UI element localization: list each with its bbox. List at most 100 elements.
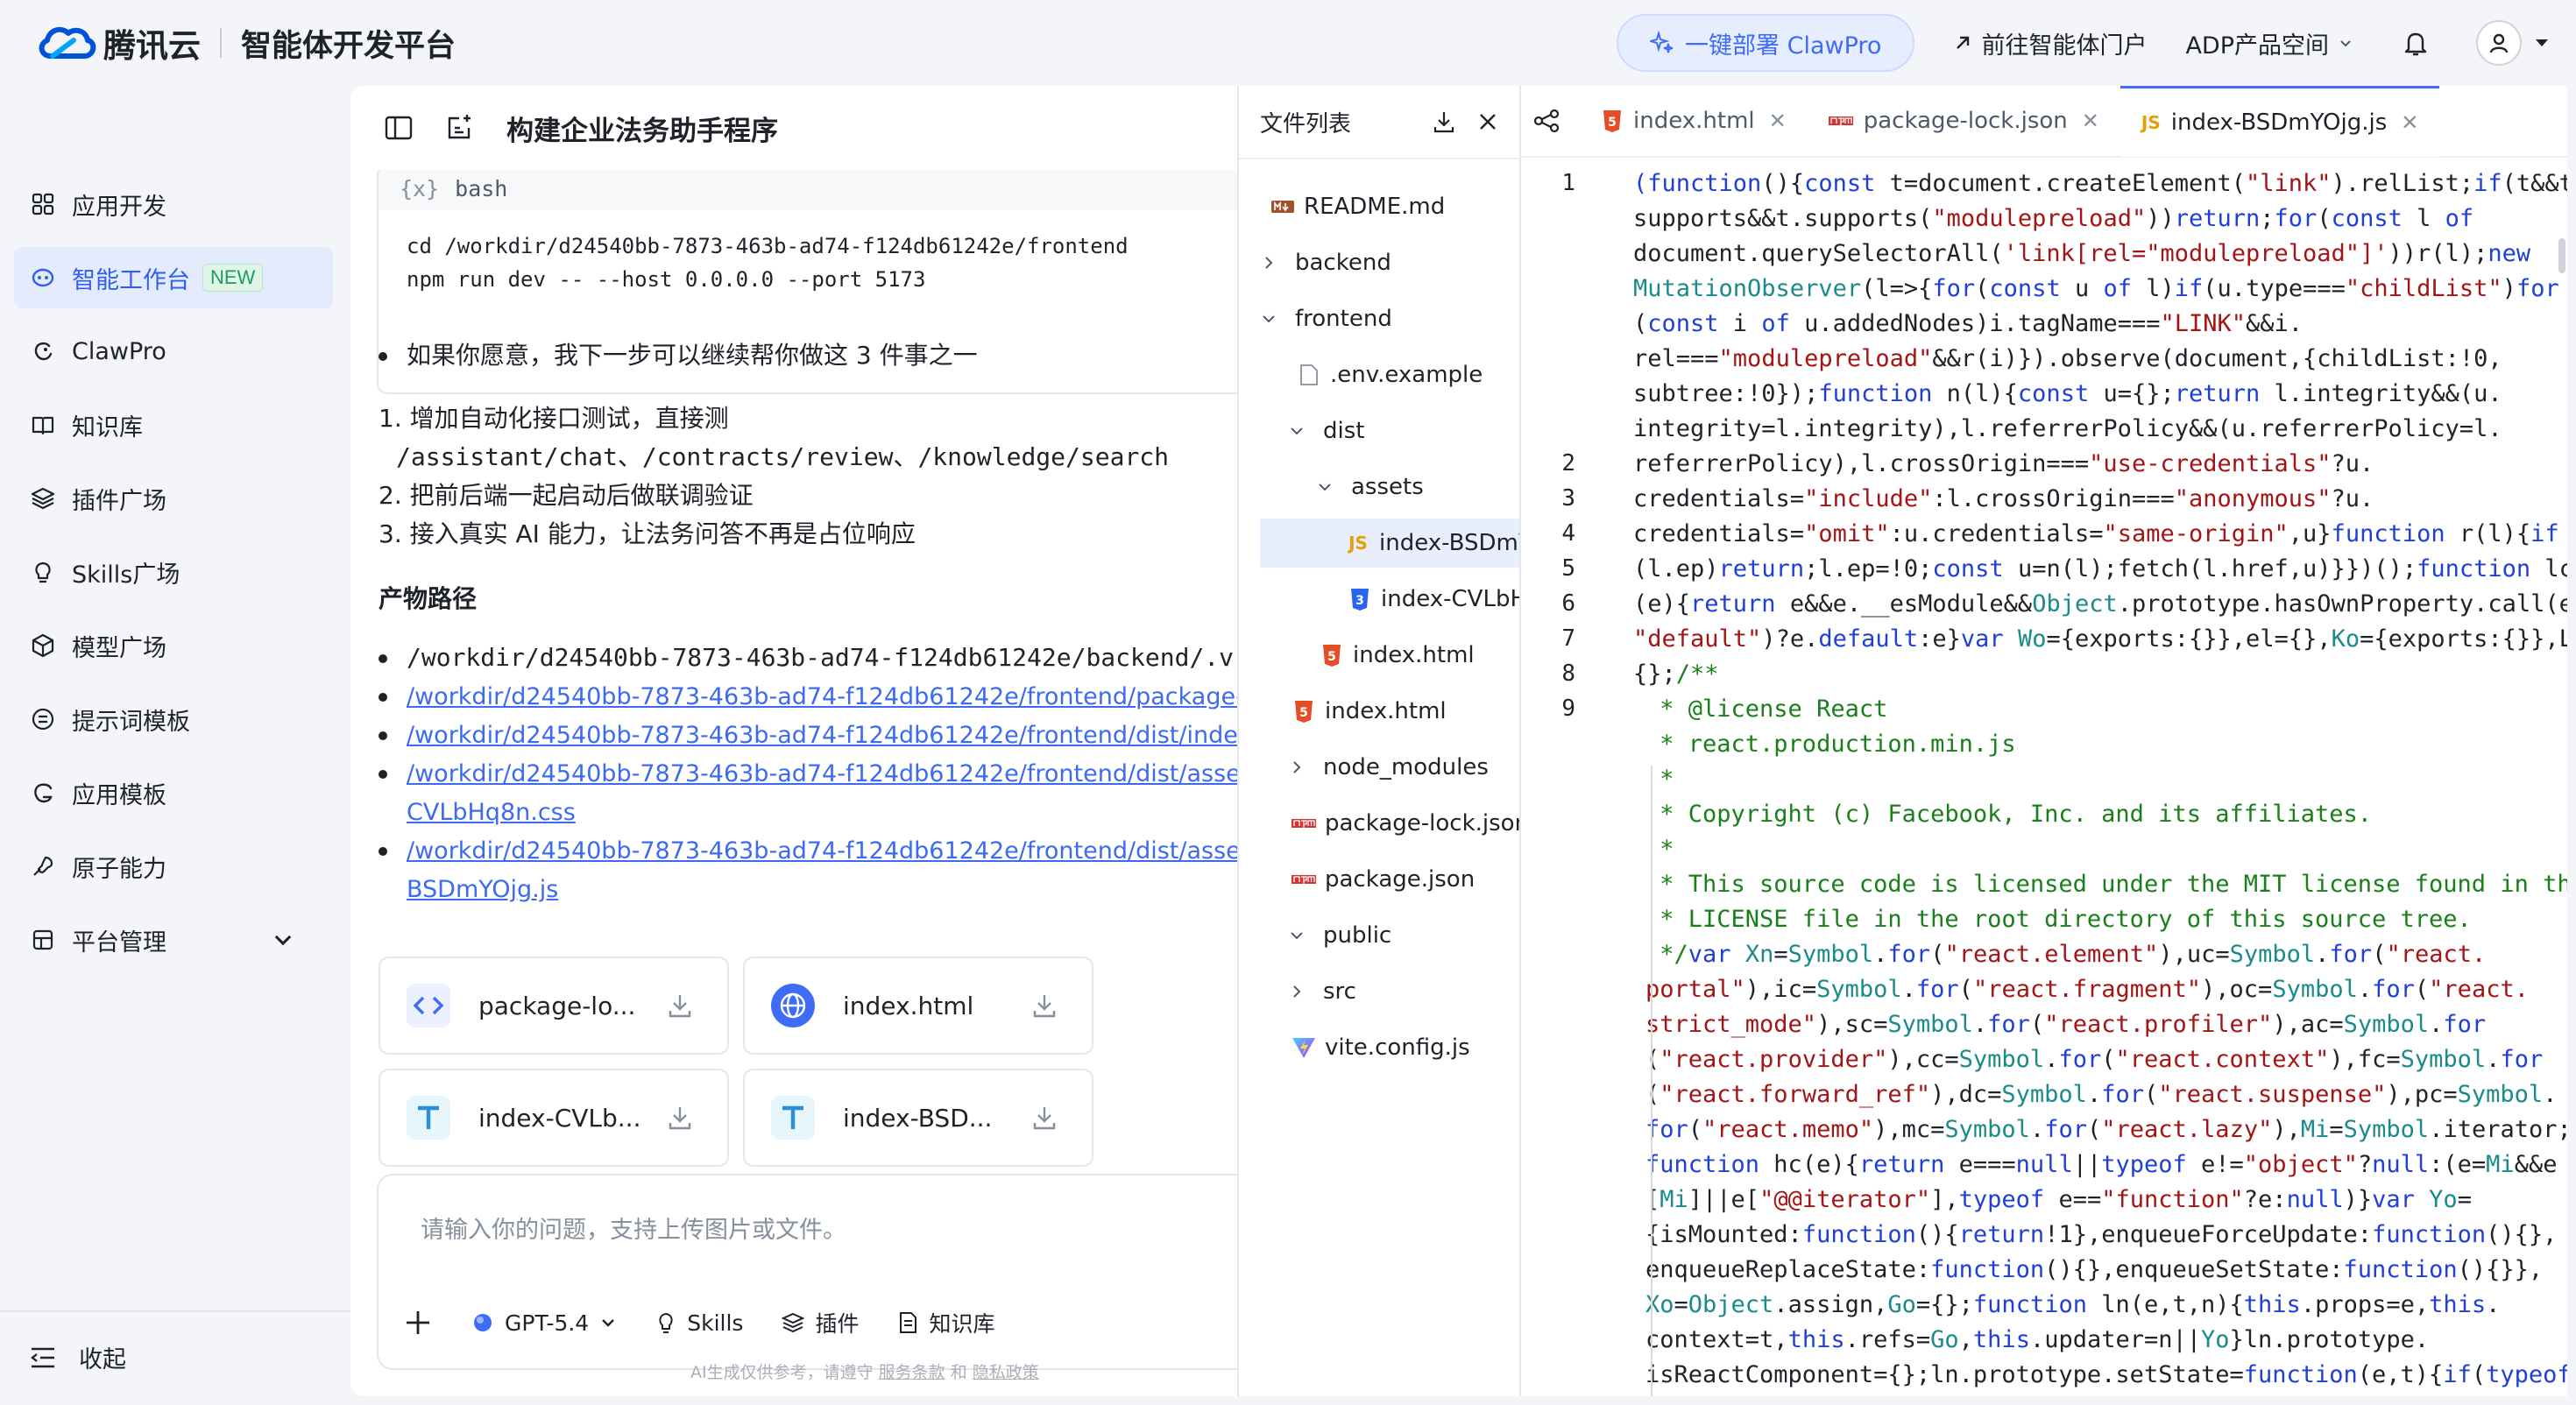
bell-icon[interactable] xyxy=(2403,29,2429,57)
tree-item-package-lock[interactable]: package-lock.json xyxy=(1290,799,1519,848)
sidebar-item-knowledge[interactable]: 知识库 xyxy=(14,394,333,455)
close-tab-icon[interactable]: ✕ xyxy=(2401,110,2418,135)
code-line: function hc(e){return e===null||typeof e… xyxy=(1645,1151,2558,1178)
path-link[interactable]: /workdir/d24540bb-7873-463b-ad74-f124db6… xyxy=(407,837,1237,865)
knowledge-tool-button[interactable]: 知识库 xyxy=(897,1307,994,1338)
new-chat-icon[interactable] xyxy=(445,114,475,142)
deploy-clawpro-button[interactable]: 一键部署 ClawPro xyxy=(1617,14,1915,72)
prompt-icon xyxy=(32,708,54,731)
close-icon[interactable] xyxy=(1477,111,1498,132)
npm-icon xyxy=(1828,116,1853,125)
tree-item-readme[interactable]: README.md xyxy=(1269,182,1445,231)
graph-icon[interactable] xyxy=(1533,109,1560,133)
plus-icon[interactable] xyxy=(403,1308,433,1338)
tree-item-index-css[interactable]: 3 index-CVLbHq8n.css xyxy=(1346,575,1519,624)
js-file-icon: JS xyxy=(2141,112,2161,133)
brand-name: 腾讯云 xyxy=(103,27,201,65)
sidebar-item-label: ClawPro xyxy=(72,337,166,365)
tab-index-html[interactable]: 5 index.html ✕ xyxy=(1581,86,1808,157)
tree-item-index-js[interactable]: JS index-BSDmYOjg.js xyxy=(1260,519,1519,568)
download-icon[interactable] xyxy=(1432,109,1456,134)
path-link[interactable]: /workdir/d24540bb-7873-463b-ad74-f124db6… xyxy=(407,722,1237,749)
line-number: 5 xyxy=(1561,555,1575,582)
sidebar-item-prompts[interactable]: 提示词模板 xyxy=(14,688,333,750)
sidebar-item-platform-admin[interactable]: 平台管理 xyxy=(14,909,333,971)
code-line: {isMounted:function(){return!1},enqueueF… xyxy=(1645,1221,2558,1248)
code-icon xyxy=(407,984,450,1027)
code-line: rel==="modulepreload"&&r(i)}).observe(do… xyxy=(1633,345,2502,372)
sidebar-item-skills[interactable]: Skills广场 xyxy=(14,541,333,603)
chat-input-box[interactable]: 请输入你的问题，支持上传图片或文件。 GPT-5.4 Skills 插件 知识库 xyxy=(377,1174,1237,1370)
scrollbar-thumb[interactable] xyxy=(2558,238,2565,273)
file-card[interactable]: index.html xyxy=(743,957,1093,1055)
tree-item-assets[interactable]: assets xyxy=(1316,462,1424,512)
download-icon[interactable] xyxy=(666,1104,694,1132)
sidebar-item-clawpro[interactable]: ClawPro xyxy=(14,321,333,382)
sidebar: 应用开发 智能工作台 NEW ClawPro 知识库 插件广场 Skills广场… xyxy=(0,86,350,1405)
sidebar-item-atomic[interactable]: 原子能力 xyxy=(14,836,333,897)
tree-item-dist[interactable]: dist xyxy=(1288,406,1364,455)
tree-item-backend[interactable]: backend xyxy=(1260,238,1391,287)
close-tab-icon[interactable]: ✕ xyxy=(1769,109,1787,133)
tree-item-src[interactable]: src xyxy=(1288,967,1356,1016)
code-line: * @license React xyxy=(1645,695,1888,723)
download-icon[interactable] xyxy=(1030,1104,1058,1132)
tab-index-js[interactable]: JS index-BSDmYOjg.js ✕ xyxy=(2120,86,2440,157)
settings-icon xyxy=(32,929,53,950)
indent-guide xyxy=(1651,766,1652,1396)
path-link[interactable]: BSDmYOjg.js xyxy=(407,876,558,903)
tree-item-vite-config[interactable]: vite.config.js xyxy=(1290,1023,1470,1072)
code-line: (function(){const t=document.createEleme… xyxy=(1633,170,2567,197)
input-toolbar: GPT-5.4 Skills 插件 知识库 xyxy=(403,1307,994,1338)
plugins-tool-button[interactable]: 插件 xyxy=(782,1307,859,1338)
file-card[interactable]: index-CVLb... xyxy=(379,1069,729,1167)
code-content[interactable]: cd /workdir/d24540bb-7873-463b-ad74-f124… xyxy=(379,210,1237,315)
tree-item-index-html[interactable]: 5 index.html xyxy=(1290,687,1447,736)
brand-logo[interactable]: 腾讯云 xyxy=(35,19,201,67)
tree-item-frontend[interactable]: frontend xyxy=(1260,294,1392,343)
skills-tool-button[interactable]: Skills xyxy=(655,1310,743,1336)
html-file-icon: 5 xyxy=(1603,110,1621,132)
download-icon[interactable] xyxy=(1030,992,1058,1020)
sidebar-item-plugins[interactable]: 插件广场 xyxy=(14,468,333,529)
product-space-dropdown[interactable]: ADP产品空间 xyxy=(2185,26,2353,60)
sidebar-item-label: 应用模板 xyxy=(72,781,166,809)
tree-item-public[interactable]: public xyxy=(1288,911,1391,960)
code-line: MutationObserver(l=>{for(const u of l)if… xyxy=(1633,275,2559,302)
terms-link[interactable]: 服务条款 xyxy=(879,1363,945,1382)
svg-text:5: 5 xyxy=(1327,650,1336,664)
code-line: strict_mode"),sc=Symbol.for("react.profi… xyxy=(1645,1011,2487,1038)
privacy-link[interactable]: 隐私政策 xyxy=(973,1363,1039,1382)
path-item-cont: CVLbHq8n.css xyxy=(407,797,576,826)
sidebar-item-workbench[interactable]: 智能工作台 NEW xyxy=(14,247,333,308)
tree-item-label: index.html xyxy=(1325,698,1447,724)
js-file-icon: JS xyxy=(1348,533,1368,554)
path-link[interactable]: CVLbHq8n.css xyxy=(407,799,576,826)
path-link[interactable]: /workdir/d24540bb-7873-463b-ad74-f124db6… xyxy=(407,760,1237,787)
download-icon[interactable] xyxy=(666,992,694,1020)
file-card[interactable]: package-lo... xyxy=(379,957,729,1055)
close-tab-icon[interactable]: ✕ xyxy=(2082,109,2099,133)
line-number: 8 xyxy=(1561,660,1575,687)
path-text: /workdir/d24540bb-7873-463b-ad74-f124db6… xyxy=(407,643,1235,672)
tree-item-package-json[interactable]: package.json xyxy=(1290,855,1475,904)
tree-item-env-example[interactable]: .env.example xyxy=(1295,350,1483,399)
tab-package-lock[interactable]: package-lock.json ✕ xyxy=(1808,86,2120,157)
code-content-area[interactable]: 1 2 3 4 5 6 7 8 9 (function(){const t=do… xyxy=(1521,158,2567,1396)
path-link[interactable]: /workdir/d24540bb-7873-463b-ad74-f124db6… xyxy=(407,683,1237,710)
tree-item-dist-index-html[interactable]: 5 index.html xyxy=(1318,631,1475,680)
tree-item-node-modules[interactable]: node_modules xyxy=(1288,743,1489,792)
code-line: referrerPolicy),l.crossOrigin==="use-cre… xyxy=(1633,450,2374,477)
file-card[interactable]: index-BSD... xyxy=(743,1069,1093,1167)
new-badge: NEW xyxy=(202,264,264,292)
sidebar-item-app-dev[interactable]: 应用开发 xyxy=(14,173,333,235)
collapse-sidebar-button[interactable]: 收起 xyxy=(30,1340,126,1374)
sidebar-item-app-templates[interactable]: 应用模板 xyxy=(14,762,333,823)
agent-portal-link[interactable]: 前往智能体门户 xyxy=(1953,26,2147,60)
user-menu[interactable] xyxy=(2476,20,2550,66)
sidebar-item-models[interactable]: 模型广场 xyxy=(14,615,333,676)
sidebar-toggle-icon[interactable] xyxy=(384,115,414,141)
line-number: 3 xyxy=(1561,485,1575,512)
model-selector[interactable]: GPT-5.4 xyxy=(471,1310,617,1336)
chat-input-placeholder[interactable]: 请输入你的问题，支持上传图片或文件。 xyxy=(421,1211,846,1245)
